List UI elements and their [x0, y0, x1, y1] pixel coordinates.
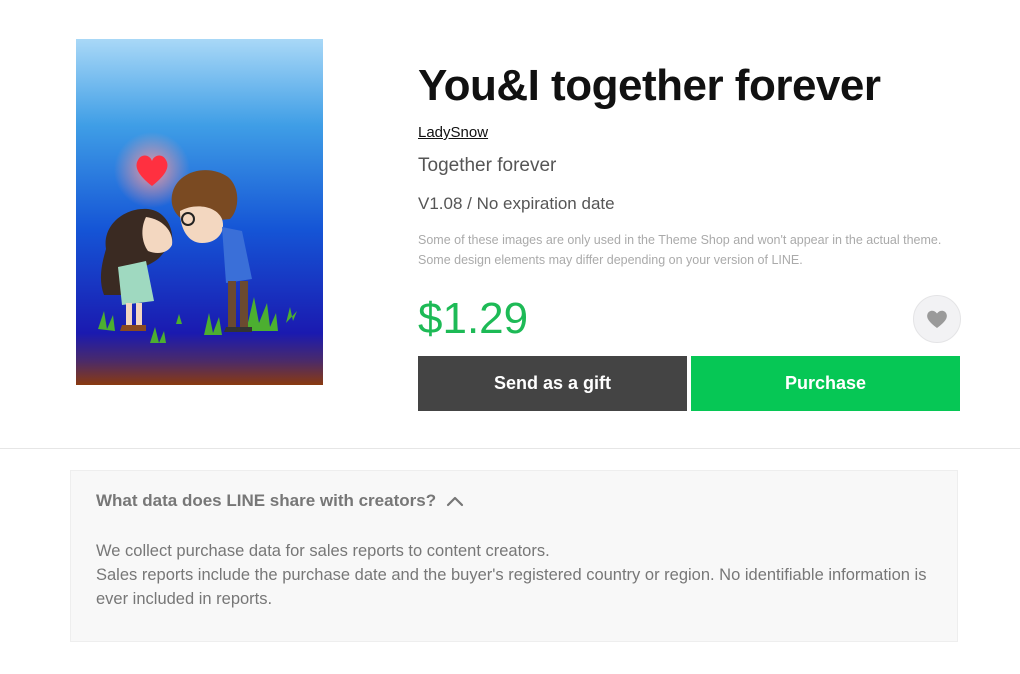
- data-sharing-line-1: We collect purchase data for sales repor…: [96, 542, 550, 560]
- data-sharing-toggle[interactable]: What data does LINE share with creators?: [96, 491, 464, 511]
- heart-icon: [927, 310, 947, 328]
- author-link[interactable]: LadySnow: [418, 124, 488, 141]
- purchase-button[interactable]: Purchase: [691, 356, 960, 411]
- theme-preview-image: [76, 39, 323, 385]
- version-info: V1.08 / No expiration date: [418, 194, 615, 213]
- data-sharing-line-2: Sales reports include the purchase date …: [96, 566, 927, 608]
- data-sharing-question: What data does LINE share with creators?: [96, 491, 437, 510]
- couple-illustration: [76, 39, 323, 385]
- product-title: You&I together forever: [418, 61, 881, 110]
- theme-product-page: You&I together forever LadySnow Together…: [0, 0, 1020, 674]
- section-divider: [0, 448, 1020, 449]
- data-sharing-panel: What data does LINE share with creators?…: [70, 470, 958, 642]
- send-as-gift-button[interactable]: Send as a gift: [418, 356, 687, 411]
- price: $1.29: [418, 294, 529, 343]
- favorite-button[interactable]: [913, 295, 961, 343]
- image-notice: Some of these images are only used in th…: [418, 233, 942, 267]
- product-info: You&I together forever LadySnow Together…: [418, 60, 963, 411]
- chevron-up-icon: [446, 495, 464, 507]
- product-subtitle: Together forever: [418, 155, 557, 176]
- data-sharing-text: We collect purchase data for sales repor…: [96, 539, 936, 611]
